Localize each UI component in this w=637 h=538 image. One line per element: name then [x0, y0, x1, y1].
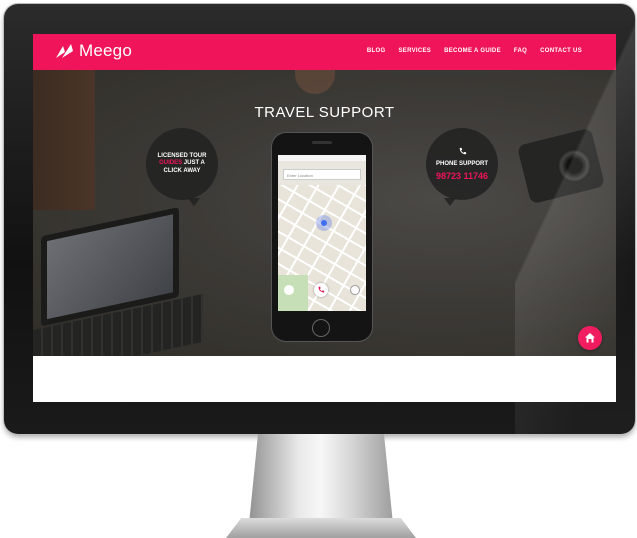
logo-icon	[56, 44, 73, 58]
hero-section: TRAVEL SUPPORT LICENSED TOUR GUIDES JUST…	[33, 70, 616, 356]
guides-bubble: LICENSED TOUR GUIDES JUST A CLICK AWAY	[146, 128, 218, 206]
phone-support-label: PHONE SUPPORT	[435, 161, 488, 168]
phone-speaker	[312, 141, 332, 144]
below-hero-area	[33, 356, 616, 402]
nav-links: BLOG SERVICES BECOME A GUIDE FAQ CONTACT…	[367, 48, 582, 54]
monitor-stand	[249, 434, 393, 524]
nav-link-contact-us[interactable]: CONTACT US	[540, 48, 582, 54]
call-icon	[318, 286, 325, 293]
nav-link-services[interactable]: SERVICES	[398, 48, 431, 54]
phone-home-button	[312, 319, 330, 337]
hero-title: TRAVEL SUPPORT	[254, 104, 395, 121]
call-button	[314, 283, 328, 297]
guides-line3: CLICK AWAY	[163, 167, 201, 174]
phone-icon	[459, 148, 466, 155]
phone-mockup: Enter Location	[272, 133, 372, 341]
guides-bubble-text: LICENSED TOUR GUIDES JUST A CLICK AWAY	[158, 153, 207, 176]
location-marker-icon	[316, 215, 332, 231]
logo-text: Meego	[79, 41, 132, 60]
nav-link-become-a-guide[interactable]: BECOME A GUIDE	[444, 48, 501, 54]
floating-home-button[interactable]	[578, 326, 602, 350]
compass-icon	[284, 285, 294, 295]
guides-line2: JUST A	[182, 160, 205, 167]
website-screen: Meego BLOG SERVICES BECOME A GUIDE FAQ C…	[33, 34, 616, 402]
guides-line1: LICENSED TOUR	[157, 152, 207, 159]
locate-icon	[350, 285, 360, 295]
phone-support-number[interactable]: 98723 11746	[436, 171, 488, 181]
phone-status-bar	[278, 155, 366, 161]
nav-link-blog[interactable]: BLOG	[367, 48, 386, 54]
navbar: Meego BLOG SERVICES BECOME A GUIDE FAQ C…	[33, 34, 616, 70]
phone-support-bubble: PHONE SUPPORT 98723 11746	[426, 128, 498, 206]
logo[interactable]: Meego	[55, 41, 132, 61]
phone-screen: Enter Location	[278, 155, 366, 311]
home-icon	[585, 333, 595, 343]
monitor-frame: Meego BLOG SERVICES BECOME A GUIDE FAQ C…	[4, 4, 635, 434]
nav-link-faq[interactable]: FAQ	[514, 48, 527, 54]
monitor-stand-base	[226, 518, 416, 538]
phone-map-search: Enter Location	[283, 169, 361, 180]
guides-highlight: GUIDES	[159, 160, 183, 167]
